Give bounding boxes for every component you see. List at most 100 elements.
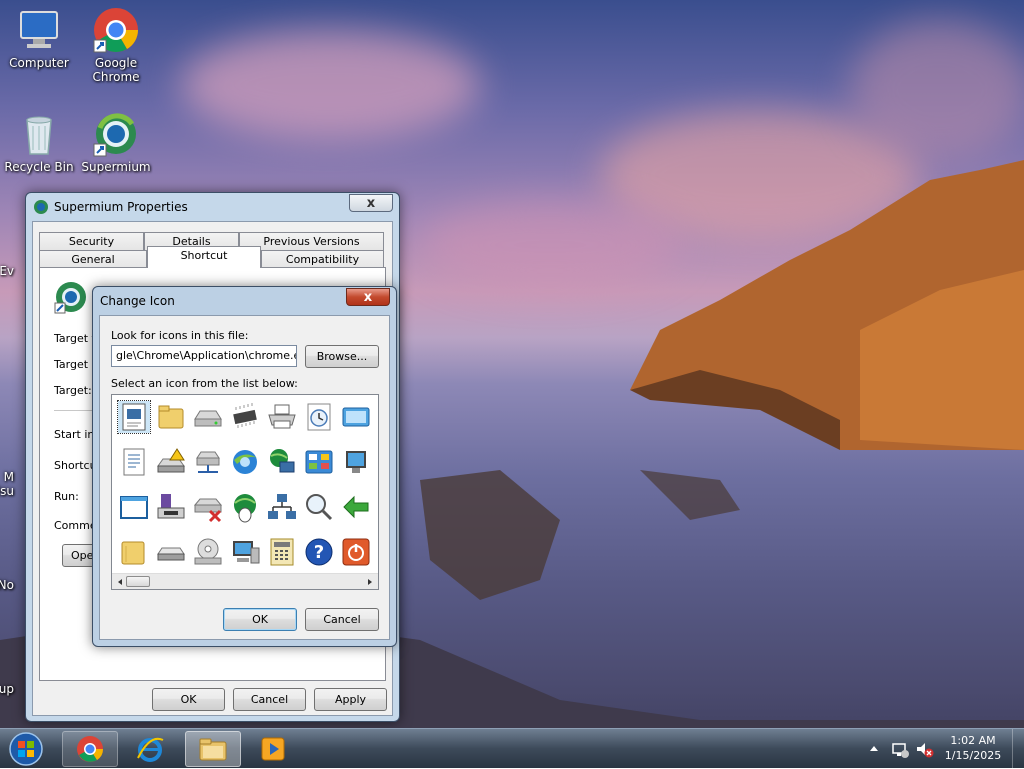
button-label: OK [180, 693, 197, 706]
desktop-icon-partial[interactable]: M Visu [0, 470, 14, 498]
properties-titlebar[interactable]: Supermium Properties [26, 193, 399, 221]
folder-open-icon[interactable] [118, 536, 150, 568]
supermium-icon [92, 110, 140, 158]
target-label: Target: [54, 384, 92, 397]
taskbar-internet-explorer[interactable] [122, 731, 178, 767]
drive-icon[interactable] [192, 401, 224, 433]
power-icon[interactable] [340, 536, 372, 568]
tab-shortcut[interactable]: Shortcut [147, 246, 261, 268]
taskbar-media-player[interactable] [245, 731, 301, 767]
show-hidden-icons-icon[interactable] [868, 739, 880, 759]
taskbar-chrome[interactable] [62, 731, 118, 767]
file-explorer-icon [199, 738, 227, 761]
horizontal-scrollbar[interactable] [112, 573, 378, 589]
globe-mouse-icon[interactable] [229, 491, 261, 523]
svg-text:?: ? [314, 542, 324, 563]
external-drive-icon[interactable] [155, 536, 187, 568]
desktop-icon-label: Supermium [81, 160, 151, 174]
desktop-icon-partial[interactable]: No [0, 578, 14, 592]
drive-warning-icon[interactable] [155, 446, 187, 478]
printer-icon[interactable] [266, 401, 298, 433]
recycle-bin-icon [15, 110, 63, 158]
network-drive-icon[interactable] [192, 446, 224, 478]
run-label: Run: [54, 490, 79, 503]
apply-button[interactable]: Apply [314, 688, 387, 711]
internet-explorer-icon [137, 737, 164, 762]
computer-monitor-icon[interactable] [229, 536, 261, 568]
internet-explorer-icon[interactable] [229, 446, 261, 478]
desktop-icon-partial[interactable]: Ev [0, 246, 14, 278]
tab-label: General [71, 253, 115, 266]
network-icon[interactable] [890, 739, 910, 759]
browse-button[interactable]: Browse... [305, 345, 379, 368]
window-title: Change Icon [100, 294, 175, 308]
chrome-icon [92, 6, 140, 54]
tab-security[interactable]: Security [39, 232, 144, 250]
desktop-icon-label: M [3, 470, 14, 484]
taskbar: 1:02 AM 1/15/2025 [0, 728, 1024, 769]
scrollbar-thumb[interactable] [126, 576, 150, 587]
network-globe-icon[interactable] [266, 446, 298, 478]
close-icon: x [363, 289, 373, 305]
desktop-icon-label: Visu [0, 484, 14, 498]
close-button[interactable]: x [349, 194, 393, 212]
chip-icon[interactable] [229, 401, 261, 433]
media-player-icon [261, 737, 285, 761]
desktop-icon-partial[interactable]: Sup [0, 682, 14, 696]
ok-button[interactable]: OK [223, 608, 297, 631]
scroll-right-icon[interactable] [364, 574, 376, 590]
window-title: Supermium Properties [54, 200, 188, 214]
desktop-icon-label: Sup [0, 682, 14, 696]
close-icon: x [366, 195, 376, 211]
ok-button[interactable]: OK [152, 688, 225, 711]
show-desktop-button[interactable] [1012, 729, 1024, 769]
clock[interactable]: 1:02 AM 1/15/2025 [940, 733, 1006, 763]
text-file-icon[interactable] [118, 446, 150, 478]
green-arrow-icon[interactable] [340, 491, 372, 523]
scroll-left-icon[interactable] [114, 574, 126, 590]
floppy-icon[interactable] [155, 491, 187, 523]
folder-icon[interactable] [155, 401, 187, 433]
network-drive-error-icon[interactable] [192, 491, 224, 523]
monitor-icon[interactable] [340, 446, 372, 478]
supermium-icon [34, 200, 48, 214]
button-label: Cancel [250, 693, 289, 706]
desktop-icon-label: No [0, 578, 14, 592]
tab-general[interactable]: General [39, 250, 147, 268]
icon-list[interactable]: ? [111, 394, 379, 590]
taskbar-file-explorer[interactable] [185, 731, 241, 767]
cd-drive-icon[interactable] [192, 536, 224, 568]
cancel-button[interactable]: Cancel [233, 688, 306, 711]
desktop-icon-supermium[interactable]: Supermium [80, 110, 152, 174]
select-icon-label: Select an icon from the list below: [111, 377, 298, 390]
tab-label: Compatibility [285, 253, 360, 266]
change-icon-dialog[interactable]: Change Icon x Look for icons in this fil… [92, 286, 397, 647]
window-frame-icon[interactable] [118, 491, 150, 523]
control-panel-icon[interactable] [303, 446, 335, 478]
file-path-input[interactable]: gle\Chrome\Application\chrome.exe" [111, 345, 297, 367]
desktop-icon-google-chrome[interactable]: Google Chrome [80, 6, 152, 84]
desktop-icon-recycle-bin[interactable]: Recycle Bin [3, 110, 75, 174]
icon-grid: ? [112, 395, 378, 573]
calculator-icon[interactable] [266, 536, 298, 568]
help-icon[interactable]: ? [303, 536, 335, 568]
volume-muted-icon[interactable] [914, 739, 934, 759]
button-label: Apply [334, 693, 367, 706]
button-label: Cancel [323, 613, 361, 626]
tab-compatibility[interactable]: Compatibility [261, 250, 384, 268]
search-icon[interactable] [303, 491, 335, 523]
document-icon[interactable] [117, 400, 151, 434]
computer-icon [15, 6, 63, 54]
start-button[interactable] [6, 730, 46, 768]
separator [54, 410, 94, 411]
close-button[interactable]: x [346, 288, 390, 306]
network-icon[interactable] [266, 491, 298, 523]
desktop-icon-computer[interactable]: Computer [3, 6, 75, 70]
notification-area [866, 739, 936, 759]
window-icon[interactable] [340, 401, 372, 433]
supermium-icon [54, 282, 86, 314]
clock-icon[interactable] [303, 401, 335, 433]
clock-time: 1:02 AM [950, 734, 996, 747]
cancel-button[interactable]: Cancel [305, 608, 379, 631]
change-icon-client: Look for icons in this file: gle\Chrome\… [99, 315, 390, 640]
